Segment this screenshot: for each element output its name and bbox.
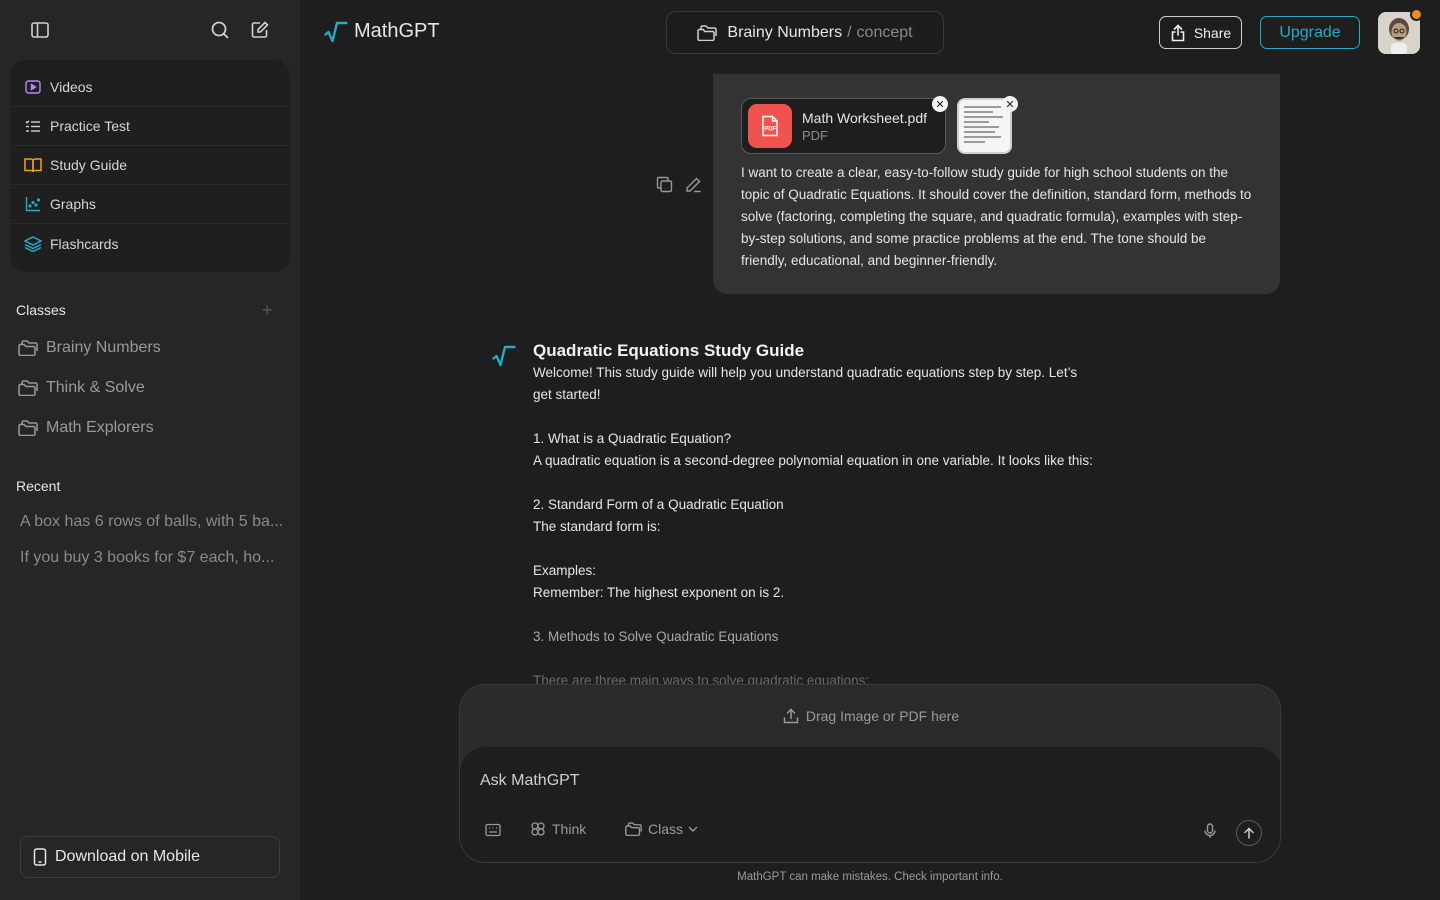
keyboard-icon[interactable] (485, 823, 501, 837)
svg-text:PDF: PDF (764, 127, 776, 133)
tool-label: Flashcards (50, 235, 119, 252)
user-message: PDF Math Worksheet.pdf PDF ✕ ✕ I want to… (713, 74, 1280, 294)
attachment-type: PDF (802, 127, 828, 143)
class-label: Brainy Numbers (46, 339, 161, 356)
graph-icon (24, 195, 42, 213)
input-area: Think Class (460, 747, 1280, 862)
toggle-sidebar-icon[interactable] (26, 16, 54, 44)
ask-input[interactable] (480, 767, 1180, 795)
tool-label: Graphs (50, 196, 96, 212)
pdf-icon: PDF (748, 104, 792, 148)
arrow-up-icon (1244, 827, 1254, 839)
tool-videos[interactable]: Videos (12, 68, 288, 107)
upgrade-button[interactable]: Upgrade (1260, 16, 1360, 49)
download-label: Download on Mobile (55, 848, 200, 865)
tool-flashcards[interactable]: Flashcards (12, 224, 288, 263)
search-icon[interactable] (206, 16, 234, 44)
attachment-name: Math Worksheet.pdf (802, 109, 928, 126)
class-selector[interactable]: Class (625, 821, 698, 837)
share-button[interactable]: Share (1159, 16, 1242, 49)
attachment-card[interactable]: PDF Math Worksheet.pdf PDF (741, 98, 946, 154)
book-icon (24, 156, 42, 174)
phone-icon (33, 848, 47, 866)
think-label: Think (552, 821, 587, 837)
logo-icon (324, 21, 348, 43)
breadcrumb[interactable]: Brainy Numbers / concept (666, 11, 944, 54)
assistant-logo-icon (492, 345, 516, 367)
section-heading: 2. Standard Form of a Quadratic Equation (533, 497, 784, 512)
notification-dot (1410, 8, 1423, 21)
message-actions (656, 176, 702, 193)
assistant-intro: Welcome! This study guide will help you … (533, 365, 1078, 402)
share-icon (1170, 23, 1186, 42)
remember-note: Remember: The highest exponent on is 2. (533, 585, 785, 600)
section-heading: 1. What is a Quadratic Equation? (533, 431, 732, 446)
app-name: MathGPT (354, 20, 440, 42)
share-label: Share (1193, 24, 1232, 41)
think-button[interactable]: Think (530, 821, 586, 837)
tools-menu: Videos Practice Test Study Guide Graphs … (10, 60, 290, 272)
class-label: Think & Solve (46, 379, 145, 396)
section-body: A quadratic equation is a second-degree … (533, 453, 1093, 468)
tool-graphs[interactable]: Graphs (12, 185, 288, 224)
tool-label: Practice Test (50, 118, 130, 134)
breadcrumb-separator: / (847, 23, 852, 41)
folder-icon (18, 419, 38, 437)
sidebar-header (0, 0, 300, 60)
folder-icon (625, 822, 642, 836)
classes-title: Classes (16, 302, 66, 318)
tool-label: Videos (50, 79, 93, 95)
copy-icon[interactable] (656, 176, 673, 193)
class-item[interactable]: Brainy Numbers (18, 336, 161, 360)
tool-label: Study Guide (50, 157, 128, 173)
folder-icon (18, 339, 38, 357)
edit-icon[interactable] (685, 176, 702, 193)
sidebar: Videos Practice Test Study Guide Graphs … (0, 0, 300, 900)
microphone-icon[interactable] (1204, 823, 1216, 839)
assistant-title: Quadratic Equations Study Guide (533, 341, 805, 360)
folder-icon (18, 379, 38, 397)
drop-label: Drag Image or PDF here (805, 708, 960, 724)
download-mobile-button[interactable]: Download on Mobile (20, 836, 280, 878)
class-item[interactable]: Think & Solve (18, 376, 145, 400)
chevron-down-icon (688, 826, 698, 832)
class-item[interactable]: Math Explorers (18, 416, 154, 440)
assistant-message: Quadratic Equations Study Guide Welcome!… (533, 340, 1093, 692)
remove-attachment-icon[interactable]: ✕ (932, 96, 948, 112)
atom-icon (530, 821, 546, 837)
remove-image-icon[interactable]: ✕ (1002, 96, 1018, 112)
send-button[interactable] (1236, 820, 1262, 846)
add-class-icon[interactable]: + (262, 300, 273, 321)
tool-practice-test[interactable]: Practice Test (12, 107, 288, 146)
breadcrumb-page: concept (856, 23, 913, 41)
new-chat-icon[interactable] (246, 16, 274, 44)
upload-icon (783, 708, 799, 724)
composer: Drag Image or PDF here Think Class (459, 684, 1281, 863)
class-label: Math Explorers (46, 419, 154, 436)
file-drop-zone[interactable]: Drag Image or PDF here (460, 685, 1280, 747)
video-icon (24, 78, 42, 96)
list-icon (24, 117, 42, 135)
folder-icon (697, 24, 718, 41)
recent-chat-item[interactable]: If you buy 3 books for $7 each, ho... (20, 549, 288, 567)
recent-chat-item[interactable]: A box has 6 rows of balls, with 5 ba... (20, 513, 288, 531)
app-logo[interactable]: MathGPT (324, 20, 440, 43)
section-body: The standard form is: (533, 519, 661, 534)
tool-study-guide[interactable]: Study Guide (12, 146, 288, 185)
layers-icon (24, 235, 42, 253)
section-heading: 3. Methods to Solve Quadratic Equations (533, 629, 779, 644)
recent-title: Recent (16, 478, 61, 494)
disclaimer: MathGPT can make mistakes. Check importa… (737, 871, 1003, 883)
examples-label: Examples: (533, 563, 597, 578)
user-message-text: I want to create a clear, easy-to-follow… (741, 165, 1252, 268)
class-label: Class (648, 821, 684, 837)
breadcrumb-class: Brainy Numbers (727, 23, 843, 41)
